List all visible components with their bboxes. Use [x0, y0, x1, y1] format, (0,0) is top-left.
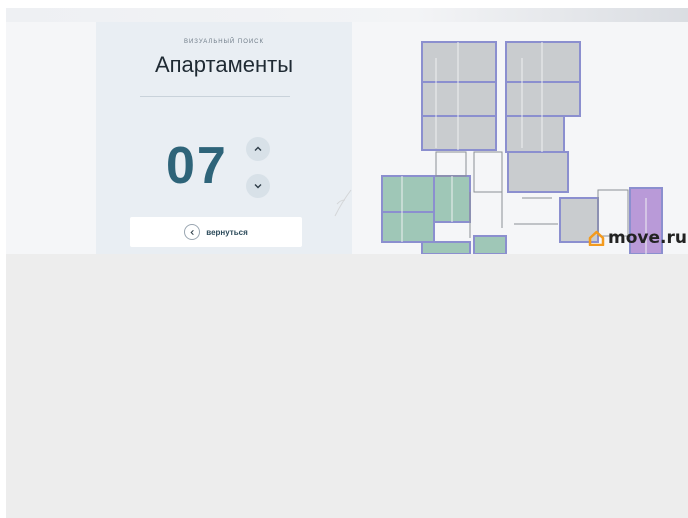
plan-unit [507, 151, 569, 193]
plan-unit [505, 81, 581, 117]
floor-number: 07 [166, 137, 228, 195]
divider [140, 96, 290, 97]
plan-unit [421, 115, 497, 151]
plan-unit [421, 81, 497, 117]
watermark-text: move.ru [608, 228, 687, 248]
plan-unit [381, 175, 435, 213]
plan-unit [473, 235, 507, 254]
section-overline: ВИЗУАЛЬНЫЙ ПОИСК [183, 39, 265, 45]
plan-unit [505, 115, 565, 153]
floor-selector-panel: ВИЗУАЛЬНЫЙ ПОИСК Апартаменты 07 вернутьс… [96, 22, 352, 254]
plan-unit [421, 241, 471, 254]
plan-wall [469, 192, 558, 238]
house-icon [588, 230, 605, 246]
plan-unit [381, 211, 435, 243]
back-circle [184, 224, 201, 240]
chevron-down-icon [254, 184, 262, 189]
plan-unit [505, 41, 581, 83]
floor-plan [381, 41, 663, 254]
floor-down-button[interactable] [246, 174, 270, 198]
top-bar [6, 8, 688, 22]
watermark-logo: move.ru [588, 228, 687, 248]
page-title: Апартаменты [154, 52, 294, 77]
plan-core [473, 151, 503, 193]
chevron-left-icon [190, 229, 194, 235]
back-label: вернуться [206, 227, 248, 237]
visual-search-page: ВИЗУАЛЬНЫЙ ПОИСК Апартаменты 07 вернутьс… [6, 8, 688, 254]
chevron-up-icon [254, 146, 262, 151]
decorative-branch [334, 189, 352, 217]
plan-unit [421, 41, 497, 83]
plan-core [435, 151, 467, 177]
back-button[interactable]: вернуться [130, 217, 302, 247]
floor-plan-green-units [381, 175, 507, 254]
screenshot-frame: ВИЗУАЛЬНЫЙ ПОИСК Апартаменты 07 вернутьс… [6, 8, 688, 518]
floor-up-button[interactable] [246, 137, 270, 161]
